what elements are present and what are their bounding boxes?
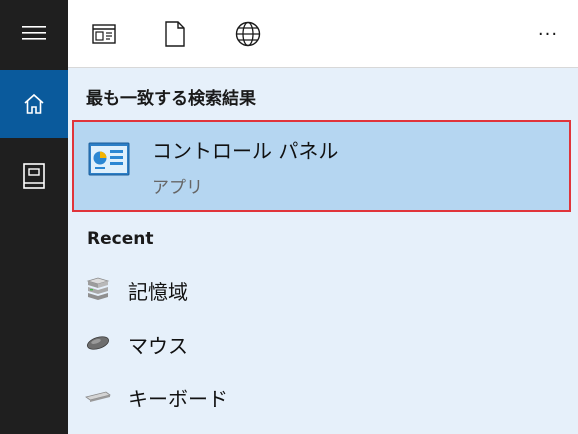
search-panel: ··· 最も一致する検索結果 コントロール パネル アプリ Recent 記憶域… [68, 0, 578, 434]
recent-item-storage[interactable]: 記憶域 [68, 263, 578, 315]
keyboard-icon [84, 382, 112, 410]
best-match-subtitle: アプリ [152, 178, 203, 198]
toolbar: ··· [68, 0, 578, 68]
hamburger-menu-button[interactable] [0, 0, 68, 66]
more-icon: ··· [537, 23, 559, 45]
control-panel-icon [88, 142, 130, 176]
recent-item-label: キーボード [128, 387, 228, 411]
home-icon [24, 93, 44, 114]
mouse-icon [84, 329, 112, 357]
more-options-button[interactable]: ··· [528, 14, 568, 54]
recent-item-mouse[interactable]: マウス [68, 317, 578, 369]
hamburger-icon [22, 26, 46, 40]
home-button[interactable] [0, 70, 68, 138]
notebook-icon [23, 163, 45, 189]
best-match-result[interactable]: コントロール パネル アプリ [72, 120, 571, 212]
web-filter-button[interactable] [228, 14, 268, 54]
left-rail [0, 0, 68, 434]
best-match-title: コントロール パネル [152, 139, 339, 163]
recent-item-label: 記憶域 [128, 280, 188, 304]
best-match-heading: 最も一致する検索結果 [86, 89, 256, 109]
recent-heading: Recent [87, 229, 154, 249]
documents-filter-button[interactable] [155, 14, 195, 54]
web-icon [235, 21, 261, 47]
recent-item-label: マウス [128, 334, 188, 358]
recent-item-keyboard[interactable]: キーボード [68, 370, 578, 422]
apps-icon [92, 24, 116, 44]
notebook-button[interactable] [0, 142, 68, 210]
apps-filter-button[interactable] [84, 14, 124, 54]
storage-icon [84, 275, 112, 303]
search-results: 最も一致する検索結果 コントロール パネル アプリ Recent 記憶域 マウス… [68, 68, 578, 434]
document-icon [165, 21, 185, 47]
